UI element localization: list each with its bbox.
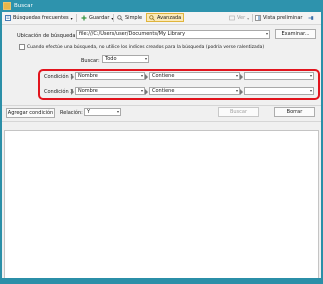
app-icon xyxy=(3,2,11,10)
relation-label: Relación: xyxy=(60,110,83,116)
condition-2-operator-select[interactable]: Contiene ▾ xyxy=(149,87,240,95)
preview-button[interactable]: Vista preliminar xyxy=(255,14,302,22)
condition-2-field-select[interactable]: Nombre ▾ xyxy=(75,87,145,95)
toolbar: Búsquedas frecuentes ▾ Guardar ▾ Simple … xyxy=(2,12,321,25)
chevron-down-icon: ▾ xyxy=(309,88,312,93)
arrow-right-icon xyxy=(71,74,74,80)
condition-1-operator-value: Contiene xyxy=(152,73,175,79)
status-bar xyxy=(0,278,323,284)
dialog-body: Búsquedas frecuentes ▾ Guardar ▾ Simple … xyxy=(2,12,321,280)
simple-search-label: Simple xyxy=(125,15,143,21)
location-label: Ubicación de búsqueda: xyxy=(17,33,78,39)
view-label: Ver xyxy=(237,15,246,21)
clear-button[interactable]: Borrar xyxy=(274,107,315,117)
search-in-select[interactable]: Todo ▾ xyxy=(102,55,149,63)
condition-2-operator-value: Contiene xyxy=(152,88,175,94)
browse-button[interactable]: Examinar... xyxy=(275,29,316,39)
window-title: Buscar xyxy=(14,3,33,9)
preview-icon xyxy=(255,15,261,21)
pin-icon xyxy=(308,16,314,20)
view-list-icon xyxy=(229,15,235,21)
disable-index-checkbox[interactable] xyxy=(19,44,25,50)
chevron-down-icon: ▾ xyxy=(140,73,143,78)
view-button[interactable]: Ver ▾ xyxy=(229,14,249,22)
search-button[interactable]: Buscar xyxy=(218,107,259,117)
search-in-value: Todo xyxy=(105,56,117,62)
chevron-down-icon: ▾ xyxy=(140,88,143,93)
advanced-search-icon xyxy=(149,14,155,21)
relation-value: Y xyxy=(87,109,91,115)
section-divider xyxy=(2,121,321,122)
arrow-right-icon xyxy=(240,89,243,95)
advanced-search-label: Avanzada xyxy=(157,14,182,21)
condition-1-field-value: Nombre xyxy=(78,73,98,79)
advanced-search-tab[interactable]: Avanzada xyxy=(146,13,185,22)
chevron-down-icon: ▾ xyxy=(144,56,147,61)
condition-1-operator-select[interactable]: Contiene ▾ xyxy=(149,72,240,80)
results-list[interactable] xyxy=(4,130,319,280)
chevron-down-icon: ▾ xyxy=(309,73,312,78)
simple-search-tab[interactable]: Simple xyxy=(117,14,142,22)
preview-label: Vista preliminar xyxy=(263,15,303,21)
title-bar: Buscar xyxy=(0,0,323,12)
location-value: file:///C:/Users/user/Documents/My Libra… xyxy=(79,31,186,37)
arrow-right-icon xyxy=(71,89,74,95)
toolbar-separator xyxy=(252,14,253,22)
chevron-down-icon: ▾ xyxy=(235,73,238,78)
chevron-down-icon[interactable]: ▾ xyxy=(266,31,268,37)
condition-2-value-input[interactable]: ▾ xyxy=(244,87,314,95)
plus-icon xyxy=(81,15,87,21)
pin-button[interactable] xyxy=(308,14,314,22)
chevron-down-icon: ▾ xyxy=(235,88,238,93)
section-divider xyxy=(2,105,321,106)
search-window: Buscar Búsquedas frecuentes ▾ Guardar ▾ … xyxy=(0,0,323,284)
add-condition-button[interactable]: Agregar condición xyxy=(6,108,55,118)
toolbar-separator xyxy=(113,14,114,22)
toolbar-separator xyxy=(76,14,77,22)
arrow-right-icon xyxy=(240,74,243,80)
frequent-searches-label: Búsquedas frecuentes xyxy=(13,15,69,21)
location-field[interactable]: file:///C:/Users/user/Documents/My Libra… xyxy=(76,30,270,39)
condition-1-label: Condición 1 xyxy=(44,74,74,80)
save-button[interactable]: Guardar ▾ xyxy=(81,14,113,22)
disable-index-label: Cuando efectúe una búsqueda, no utilice … xyxy=(27,45,265,50)
arrow-right-icon xyxy=(145,74,148,80)
arrow-right-icon xyxy=(145,89,148,95)
condition-1-field-select[interactable]: Nombre ▾ xyxy=(75,72,145,80)
search-in-label: Buscar: xyxy=(81,58,100,64)
chevron-down-icon: ▾ xyxy=(116,109,119,114)
condition-2-label: Condición 2 xyxy=(44,89,74,95)
frequent-searches-button[interactable]: Búsquedas frecuentes ▾ xyxy=(5,14,73,22)
condition-1-value-input[interactable]: ▾ xyxy=(244,72,314,80)
relation-select[interactable]: Y ▾ xyxy=(84,108,121,116)
search-icon xyxy=(117,15,123,21)
chevron-down-icon: ▾ xyxy=(247,15,250,21)
chevron-down-icon: ▾ xyxy=(70,15,73,21)
frequent-searches-icon xyxy=(5,15,11,21)
condition-2-field-value: Nombre xyxy=(78,88,98,94)
save-label: Guardar xyxy=(89,15,110,21)
